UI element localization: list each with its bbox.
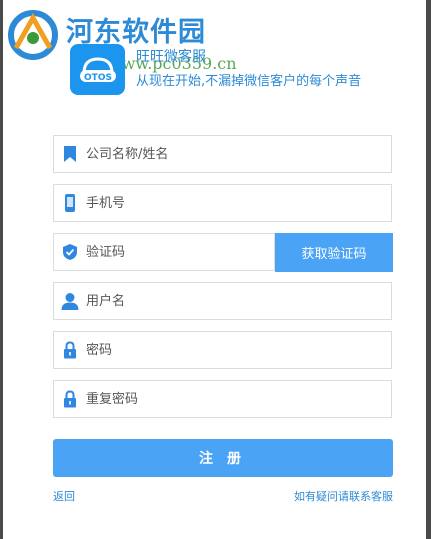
- shield-check-icon: [56, 233, 84, 271]
- watermark-logo-icon: [8, 10, 58, 60]
- app-slogan: 从现在开始,不漏掉微信客户的每个声音: [136, 74, 362, 89]
- window-right-border: [426, 0, 431, 539]
- phone-input[interactable]: [84, 188, 391, 218]
- phone-field[interactable]: [53, 184, 392, 222]
- lock-icon: [56, 331, 84, 369]
- app-icon-text: OTOS: [84, 73, 112, 83]
- company-input[interactable]: [84, 139, 391, 169]
- get-code-button[interactable]: 获取验证码: [275, 233, 393, 272]
- confirm-password-input[interactable]: [84, 384, 391, 414]
- back-link[interactable]: 返回: [53, 488, 75, 504]
- contact-support-link[interactable]: 如有疑问请联系客服: [294, 488, 393, 504]
- user-icon: [56, 282, 84, 320]
- password-input[interactable]: [84, 335, 391, 365]
- phone-icon: [56, 184, 84, 222]
- confirm-password-field[interactable]: [53, 380, 392, 418]
- code-field[interactable]: [53, 233, 275, 271]
- password-field[interactable]: [53, 331, 392, 369]
- lock-icon: [56, 380, 84, 418]
- code-input[interactable]: [84, 237, 274, 267]
- username-field[interactable]: [53, 282, 392, 320]
- company-field[interactable]: [53, 135, 392, 173]
- app-name: 旺旺微客服: [136, 49, 206, 65]
- window-left-border: [0, 0, 3, 539]
- bookmark-icon: [56, 135, 84, 173]
- register-button[interactable]: 注册: [53, 439, 393, 477]
- username-input[interactable]: [84, 286, 391, 316]
- app-logo-icon: OTOS: [70, 44, 125, 95]
